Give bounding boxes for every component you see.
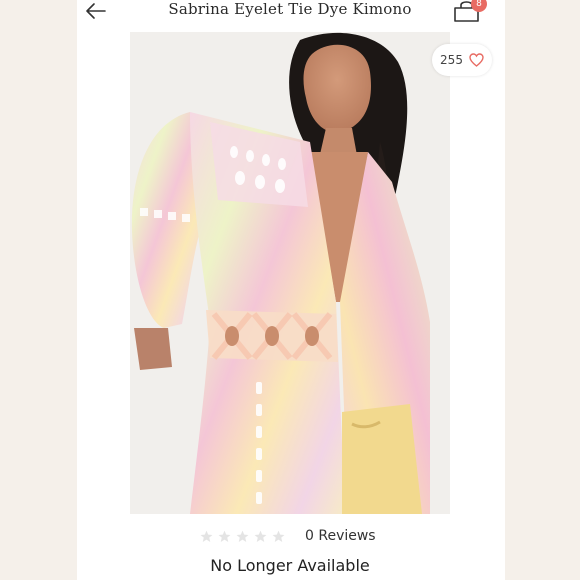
right-margin <box>505 0 580 580</box>
kimono-model-illustration <box>130 32 450 514</box>
star-empty-icon <box>200 530 213 542</box>
rating-stars <box>200 530 285 543</box>
star-empty-icon <box>272 530 285 542</box>
heart-icon <box>469 53 484 67</box>
reviews-label: 0 Reviews <box>305 528 376 544</box>
product-photo[interactable] <box>130 32 450 514</box>
arrow-left-icon <box>86 3 106 19</box>
like-button[interactable]: 255 <box>432 44 492 76</box>
page-title: Sabrina Eyelet Tie Dye Kimono <box>168 0 412 18</box>
star-empty-icon <box>236 530 249 542</box>
like-count: 255 <box>440 53 463 67</box>
screenshot-frame: Sabrina Eyelet Tie Dye Kimono 8 255 0 Re… <box>0 0 580 580</box>
star-empty-icon <box>218 530 231 542</box>
left-margin <box>0 0 77 580</box>
star-empty-icon <box>254 530 267 542</box>
availability-status: No Longer Available <box>210 556 370 575</box>
back-button[interactable] <box>84 1 108 21</box>
reviews-summary[interactable]: 0 Reviews <box>200 526 400 546</box>
